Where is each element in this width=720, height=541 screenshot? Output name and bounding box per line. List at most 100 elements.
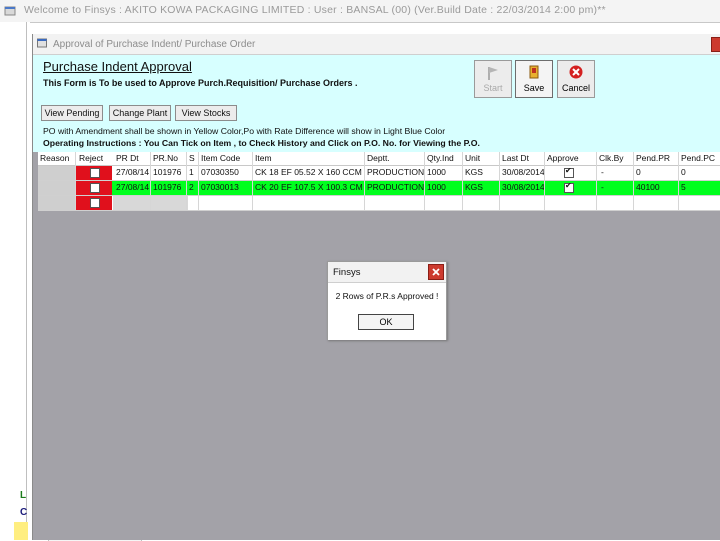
- save-label: Save: [523, 83, 545, 93]
- qty-cell: 1000: [427, 167, 446, 177]
- app-icon: [4, 6, 16, 16]
- pr-no-cell[interactable]: 101976: [153, 181, 181, 194]
- reject-checkbox[interactable]: [90, 198, 100, 208]
- message-dialog: Finsys 2 Rows of P.R.s Approved ! OK: [327, 261, 447, 340]
- start-button[interactable]: Start: [474, 60, 512, 98]
- window-icon: [37, 38, 47, 48]
- approve-checkbox[interactable]: [564, 181, 574, 193]
- save-icon: [529, 65, 539, 79]
- pr-dt-cell: 27/08/14: [116, 167, 150, 177]
- background-label-c: C: [20, 507, 28, 518]
- grid-line: [499, 152, 500, 210]
- change-plant-button[interactable]: Change Plant: [109, 105, 171, 121]
- table-row[interactable]: 27/08/14 101976 2 07030013 CK 20 EF 107.…: [38, 181, 720, 196]
- item-code-cell: 07030350: [201, 167, 239, 177]
- window-close-button[interactable]: [711, 37, 720, 52]
- header-panel: Purchase Indent Approval This Form is To…: [33, 55, 720, 152]
- pr-dt-cell: 27/08/14: [116, 182, 150, 192]
- view-pending-button[interactable]: View Pending: [41, 105, 103, 121]
- col-pend-pc[interactable]: Pend.PC: [681, 152, 715, 165]
- ok-button[interactable]: OK: [358, 314, 414, 330]
- col-item[interactable]: Item: [255, 152, 272, 165]
- reject-checkbox[interactable]: [90, 168, 100, 178]
- close-icon: [432, 268, 440, 276]
- grid-line: [198, 152, 199, 210]
- pend-pc-cell: 5: [681, 182, 686, 192]
- view-stocks-button[interactable]: View Stocks: [175, 105, 237, 121]
- reason-cell[interactable]: [38, 196, 76, 210]
- col-pr-dt[interactable]: PR Dt: [116, 152, 139, 165]
- col-s[interactable]: S: [189, 152, 195, 165]
- form-subtitle: This Form is To be used to Approve Purch…: [43, 78, 358, 88]
- form-title: Purchase Indent Approval: [43, 59, 192, 74]
- approve-checkbox[interactable]: [564, 166, 574, 178]
- col-pend-pr[interactable]: Pend.PR: [636, 152, 670, 165]
- grid-line: [364, 152, 365, 210]
- pr-no-cell[interactable]: 101976: [153, 166, 181, 179]
- unit-cell: KGS: [465, 167, 483, 177]
- reason-cell[interactable]: [38, 181, 76, 195]
- app-title-bar: Welcome to Finsys : AKITO KOWA PACKAGING…: [0, 0, 720, 23]
- grid-header: Reason Reject PR Dt PR.No S Item Code It…: [38, 152, 720, 166]
- col-qty[interactable]: Qty.Ind: [427, 152, 454, 165]
- col-approve[interactable]: Approve: [547, 152, 579, 165]
- cancel-label: Cancel: [561, 83, 590, 93]
- grid-line: [186, 152, 187, 210]
- clk-by-cell: -: [601, 167, 604, 177]
- reject-cell[interactable]: [76, 166, 112, 180]
- window-title: Approval of Purchase Indent/ Purchase Or…: [53, 39, 256, 50]
- background-yellow-block: [14, 522, 28, 540]
- clk-by-cell: -: [601, 182, 604, 192]
- reject-checkbox[interactable]: [90, 183, 100, 193]
- dept-cell: PRODUCTION: [367, 167, 425, 177]
- pend-pr-cell: 0: [636, 167, 641, 177]
- col-dept[interactable]: Deptt.: [367, 152, 390, 165]
- color-legend-note: PO with Amendment shall be shown in Yell…: [43, 126, 446, 136]
- item-cell[interactable]: CK 18 EF 05.52 X 160 CCM: [255, 166, 363, 179]
- last-dt-cell: 30/08/2014: [502, 182, 545, 192]
- dialog-message: 2 Rows of P.R.s Approved !: [335, 291, 439, 301]
- grid-line: [596, 152, 597, 210]
- dialog-body: 2 Rows of P.R.s Approved ! OK: [328, 282, 446, 340]
- col-pr-no[interactable]: PR.No: [153, 152, 178, 165]
- col-unit[interactable]: Unit: [465, 152, 480, 165]
- reason-cell[interactable]: [38, 166, 76, 180]
- operating-instructions: Operating Instructions : You Can Tick on…: [43, 138, 480, 148]
- grid-line: [75, 152, 76, 210]
- pend-pc-cell: 0: [681, 167, 686, 177]
- app-title: Welcome to Finsys : AKITO KOWA PACKAGING…: [24, 4, 606, 16]
- table-row[interactable]: 27/08/14 101976 1 07030350 CK 18 EF 05.5…: [38, 166, 720, 181]
- grid-line: [544, 152, 545, 210]
- table-row-empty[interactable]: [38, 196, 720, 211]
- item-cell[interactable]: CK 20 EF 107.5 X 100.3 CM-E: [255, 181, 363, 194]
- last-dt-cell: 30/08/2014: [502, 167, 545, 177]
- grid-line: [633, 152, 634, 210]
- reject-cell[interactable]: [76, 181, 112, 195]
- dept-cell: PRODUCTION: [367, 182, 425, 192]
- grid-line: [678, 152, 679, 210]
- col-reject[interactable]: Reject: [79, 152, 103, 165]
- col-item-code[interactable]: Item Code: [201, 152, 240, 165]
- s-cell: 1: [189, 167, 194, 177]
- grid-line: [462, 152, 463, 210]
- start-label: Start: [483, 83, 503, 93]
- window-title-bar[interactable]: Approval of Purchase Indent/ Purchase Or…: [33, 34, 720, 55]
- col-last-dt[interactable]: Last Dt: [502, 152, 529, 165]
- col-clk-by[interactable]: Clk.By: [599, 152, 624, 165]
- pend-pr-cell: 40100: [636, 182, 660, 192]
- grid-line: [252, 152, 253, 210]
- unit-cell: KGS: [465, 182, 483, 192]
- item-code-cell: 07030013: [201, 182, 239, 192]
- qty-cell: 1000: [427, 182, 446, 192]
- dialog-close-button[interactable]: [428, 264, 444, 280]
- background-main-window: [0, 22, 30, 540]
- col-reason[interactable]: Reason: [40, 152, 69, 165]
- grid-line: [424, 152, 425, 210]
- s-cell: 2: [189, 182, 194, 192]
- cancel-button[interactable]: Cancel: [557, 60, 595, 98]
- grid-line: [150, 152, 151, 210]
- reject-cell[interactable]: [76, 196, 112, 210]
- save-button[interactable]: Save: [515, 60, 553, 98]
- dialog-title: Finsys: [333, 267, 361, 278]
- flag-icon: [488, 67, 498, 80]
